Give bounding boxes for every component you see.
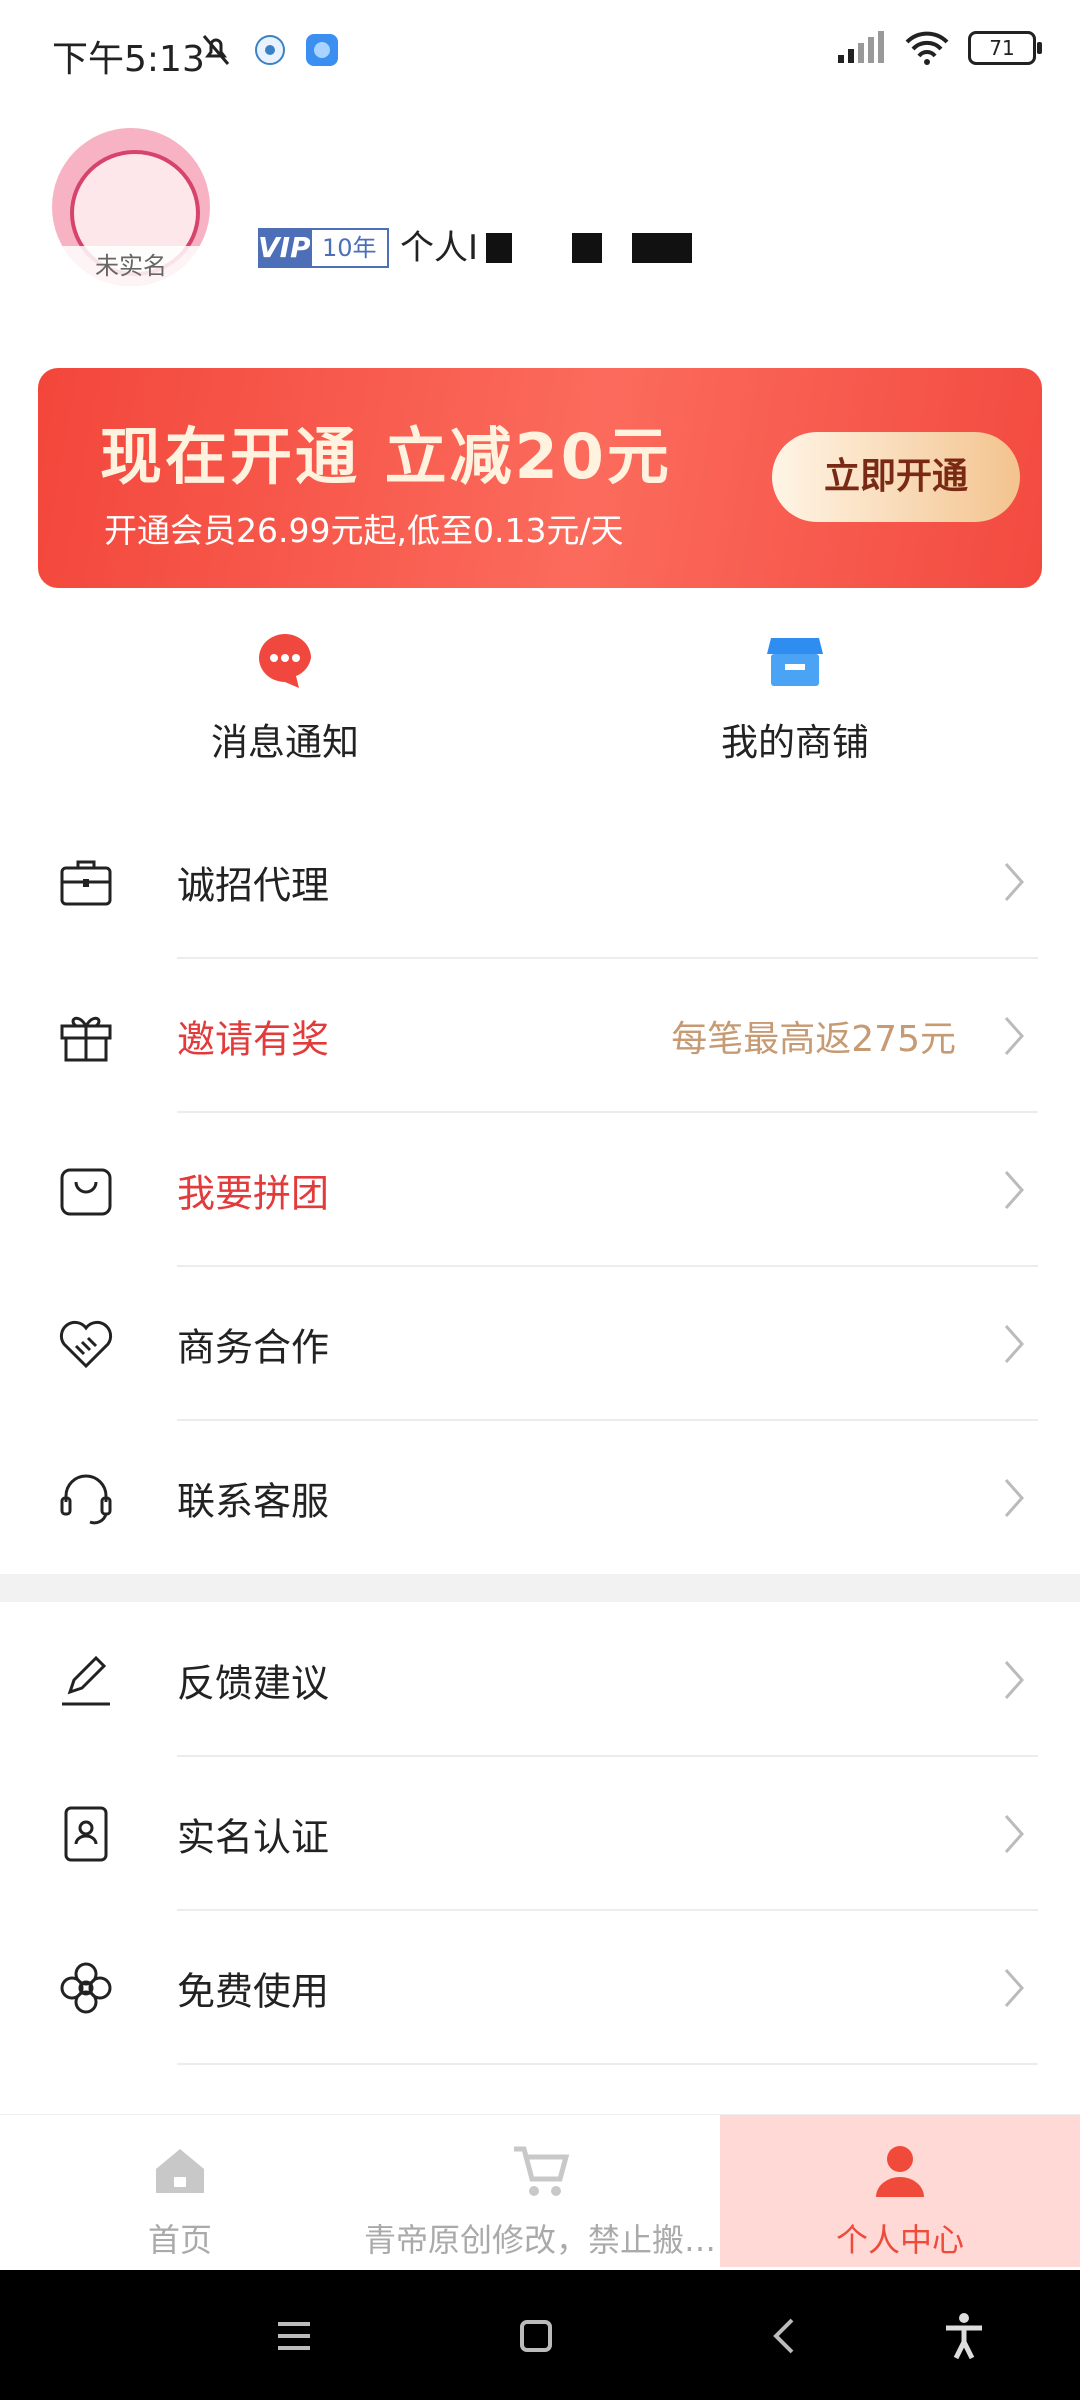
bottom-tab-bar: 首页 青帝原创修改，禁止搬… 个人中心 — [0, 2114, 1080, 2267]
user-id-label: 个人I — [400, 228, 479, 268]
tab-label: 青帝原创修改，禁止搬… — [363, 2221, 716, 2259]
chevron-right-icon — [1004, 1017, 1025, 1055]
chevron-right-icon — [1004, 863, 1025, 901]
cart-icon — [514, 2146, 570, 2196]
vip-years: 10年 — [310, 228, 389, 268]
menu-icon[interactable] — [268, 2310, 320, 2362]
avatar[interactable]: 未实名 — [52, 128, 210, 286]
menu-item-feedback[interactable]: 反馈建议 — [0, 1603, 1080, 1757]
reward-hint: 每笔最高返275元 — [671, 1019, 956, 1060]
chevron-right-icon — [1004, 1325, 1025, 1363]
accessibility-icon[interactable] — [938, 2310, 990, 2362]
status-left-icons — [196, 30, 340, 70]
back-icon[interactable] — [760, 2310, 812, 2362]
banner-title: 现在开通 立减20元 — [100, 420, 672, 493]
menu-item-label: 免费使用 — [177, 1969, 330, 2014]
menu-item-label: 实名认证 — [177, 1815, 330, 1860]
redaction-mask — [486, 233, 513, 263]
menu-item-label: 反馈建议 — [177, 1661, 330, 1706]
chevron-right-icon — [1004, 1479, 1025, 1517]
shopping-bag-icon — [60, 1168, 112, 1216]
unverified-tag: 未实名 — [52, 246, 210, 286]
chevron-right-icon — [1004, 1969, 1025, 2007]
menu-item-label: 诚招代理 — [177, 863, 330, 908]
message-bubble-icon — [259, 634, 311, 688]
app-notification-icon — [306, 34, 338, 66]
menu-item-label: 我要拼团 — [177, 1171, 330, 1216]
gift-icon — [60, 1016, 112, 1062]
menu-item-label: 邀请有奖 — [177, 1017, 330, 1062]
status-bar: 下午5:13 71 — [0, 0, 1080, 100]
quick-entry-messages[interactable]: 消息通知 — [15, 630, 555, 780]
wifi-icon — [905, 31, 949, 65]
tab-home[interactable]: 首页 — [0, 2115, 360, 2267]
menu-item-business[interactable]: 商务合作 — [0, 1267, 1080, 1421]
menu-item-free-use[interactable]: 免费使用 — [0, 1911, 1080, 2065]
divider — [177, 2063, 1038, 2065]
menu-item-customer-service[interactable]: 联系客服 — [0, 1421, 1080, 1575]
battery-icon: 71 — [968, 31, 1042, 65]
app-notification-icon — [255, 35, 285, 65]
banner-subtitle: 开通会员26.99元起,低至0.13元/天 — [104, 511, 624, 550]
tab-cart[interactable]: 青帝原创修改，禁止搬… — [360, 2115, 720, 2267]
menu-item-agency[interactable]: 诚招代理 — [0, 805, 1080, 959]
menu-item-label: 商务合作 — [177, 1325, 330, 1370]
open-vip-button[interactable]: 立即开通 — [772, 432, 1020, 522]
shop-icon — [767, 638, 823, 686]
section-divider — [0, 1574, 1080, 1602]
menu-item-group-buy[interactable]: 我要拼团 — [0, 1113, 1080, 1267]
system-navigation-bar — [0, 2270, 1080, 2400]
mute-icon — [202, 35, 230, 65]
status-right-icons: 71 — [836, 30, 1042, 66]
briefcase-icon — [60, 860, 112, 906]
chevron-right-icon — [1004, 1171, 1025, 1209]
menu-item-invite[interactable]: 邀请有奖 每笔最高返275元 — [0, 959, 1080, 1113]
user-id: 个人I — [400, 228, 693, 268]
vip-icon: VIP — [258, 228, 311, 268]
handshake-heart-icon — [59, 1320, 113, 1369]
vip-badge[interactable]: VIP 10年 — [258, 228, 389, 268]
tab-label: 个人中心 — [835, 2221, 964, 2259]
quick-entry-label: 我的商铺 — [721, 721, 869, 764]
tab-personal-center[interactable]: 个人中心 — [720, 2115, 1080, 2267]
person-icon — [876, 2146, 924, 2197]
signal-icon — [838, 31, 884, 63]
redaction-mask — [632, 233, 693, 263]
quick-entry-shop[interactable]: 我的商铺 — [525, 630, 1065, 780]
chevron-right-icon — [1004, 1815, 1025, 1853]
menu-item-label: 联系客服 — [177, 1479, 330, 1524]
home-button-icon[interactable] — [510, 2310, 562, 2362]
id-card-icon — [64, 1806, 108, 1862]
tab-label: 首页 — [147, 2221, 212, 2259]
home-icon — [156, 2149, 204, 2193]
vip-promo-banner[interactable]: 现在开通 立减20元 开通会员26.99元起,低至0.13元/天 立即开通 — [38, 368, 1042, 588]
menu-item-real-name[interactable]: 实名认证 — [0, 1757, 1080, 1911]
headset-icon — [60, 1474, 112, 1525]
quick-entry-label: 消息通知 — [211, 721, 359, 764]
chevron-right-icon — [1004, 1661, 1025, 1699]
flower-icon — [60, 1962, 112, 2014]
edit-pen-icon — [62, 1655, 110, 1706]
status-time: 下午5:13 — [52, 39, 205, 80]
redaction-mask — [572, 233, 603, 263]
